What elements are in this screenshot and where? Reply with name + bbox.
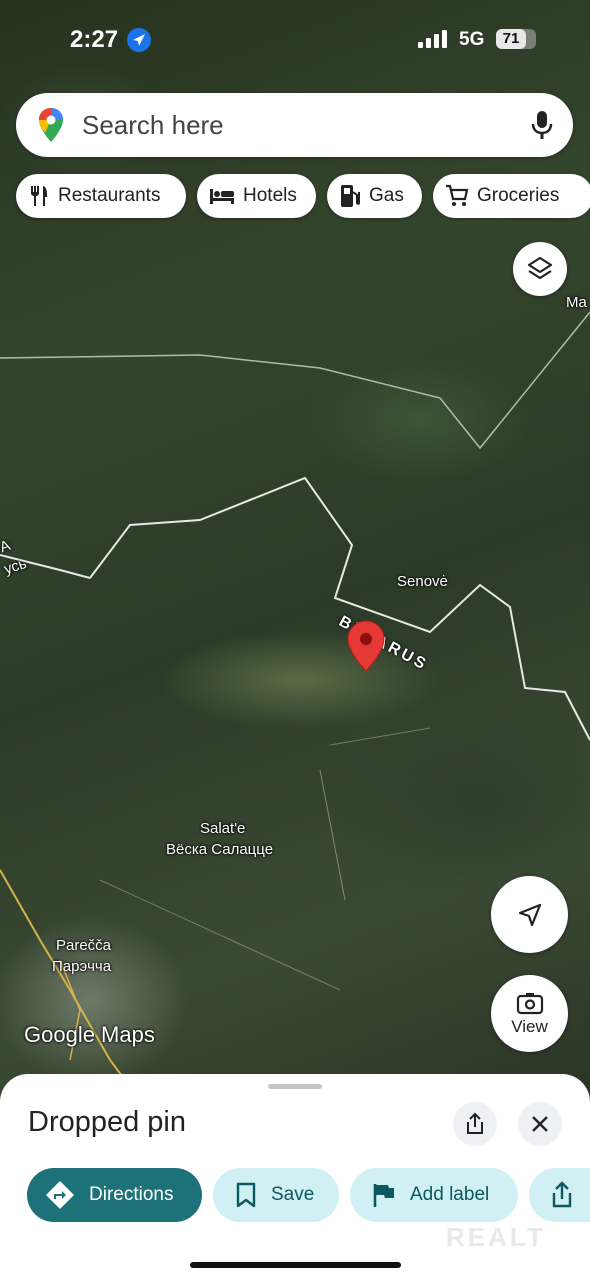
google-maps-logo: Google Maps (24, 1022, 155, 1047)
gas-pump-icon (341, 185, 360, 207)
navigation-arrow-icon (518, 903, 541, 926)
network-type: 5G (459, 29, 485, 50)
layers-button[interactable] (513, 242, 567, 296)
share-action-button[interactable] (529, 1168, 590, 1222)
add-label-label: Add label (410, 1184, 490, 1205)
flag-icon (373, 1184, 394, 1207)
chip-label: Restaurants (58, 185, 161, 206)
map-label-parecca-cyrillic[interactable]: Парэчча (52, 956, 111, 977)
sheet-drag-handle[interactable] (268, 1084, 322, 1089)
realt-watermark: REALT (446, 1222, 546, 1252)
save-label: Save (271, 1184, 315, 1205)
battery-icon: 71 (496, 29, 536, 49)
chip-label: Gas (369, 185, 404, 206)
add-label-button[interactable]: Add label (350, 1168, 518, 1222)
close-icon (532, 1116, 548, 1132)
battery-level: 71 (496, 29, 526, 49)
cart-icon (446, 184, 469, 206)
map-label-ma: Ma (566, 294, 587, 311)
directions-button[interactable]: Directions (27, 1168, 202, 1222)
chip-restaurants[interactable]: Restaurants (16, 174, 186, 218)
bookmark-icon (236, 1182, 256, 1208)
bed-icon (210, 189, 234, 204)
status-time: 2:27 (70, 26, 119, 53)
microphone-icon[interactable] (531, 110, 553, 140)
signal-icon (418, 30, 447, 48)
directions-label: Directions (89, 1184, 174, 1205)
chip-hotels[interactable]: Hotels (197, 174, 316, 218)
view-button[interactable]: View (491, 975, 568, 1052)
close-button[interactable] (518, 1102, 562, 1146)
map-label-parecca-latin[interactable]: Parečča (56, 935, 111, 956)
layers-icon (527, 256, 553, 280)
chip-gas[interactable]: Gas (327, 174, 422, 218)
save-button[interactable]: Save (213, 1168, 339, 1222)
map-label-senove[interactable]: Senovė (397, 571, 448, 592)
search-bar[interactable]: Search here (16, 93, 573, 157)
home-indicator[interactable] (190, 1262, 401, 1268)
share-button[interactable] (453, 1102, 497, 1146)
camera-rotate-icon (516, 992, 543, 1014)
share-icon (552, 1181, 572, 1208)
maps-pin-logo-icon (39, 108, 63, 142)
view-button-label: View (511, 1016, 548, 1036)
map-label-salate-latin[interactable]: Salat'e (200, 818, 245, 839)
directions-icon (46, 1181, 74, 1209)
my-location-button[interactable] (491, 876, 568, 953)
place-title: Dropped pin (28, 1106, 186, 1138)
status-bar: 2:27 5G 71 (0, 24, 590, 58)
chip-label: Hotels (243, 185, 297, 206)
search-input[interactable]: Search here (82, 110, 224, 141)
map-label-salate-cyrillic[interactable]: Вёска Салацце (166, 839, 273, 860)
share-icon (467, 1112, 483, 1134)
dropped-pin-marker[interactable] (347, 620, 385, 672)
location-arrow-icon (127, 28, 151, 52)
chip-groceries[interactable]: Groceries (433, 174, 590, 218)
chip-label: Groceries (477, 185, 560, 206)
fork-knife-icon (31, 186, 47, 206)
